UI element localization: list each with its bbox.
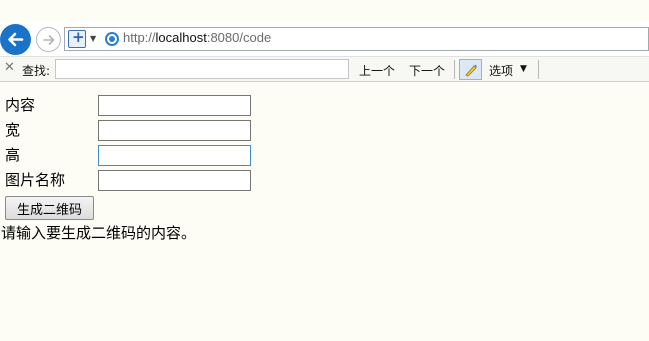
image-name-label: 图片名称 [5, 171, 66, 189]
width-input[interactable] [98, 120, 251, 141]
back-button[interactable] [0, 24, 31, 55]
find-input[interactable] [55, 59, 349, 79]
find-bar: ✕ 查找: 上一个 下一个 选项 ▼ [0, 56, 649, 82]
chevron-down-icon[interactable]: ▼ [520, 64, 527, 74]
content-input[interactable] [98, 95, 251, 116]
height-label: 高 [5, 146, 21, 164]
highlighter-icon [465, 64, 477, 77]
hint-text: 请输入要生成二维码的内容。 [1, 224, 197, 242]
image-name-input[interactable] [98, 170, 251, 191]
find-next-button[interactable]: 下一个 [409, 62, 445, 79]
highlight-matches-button[interactable] [459, 59, 482, 80]
back-arrow-icon [8, 32, 24, 47]
width-label: 宽 [5, 121, 21, 139]
height-input[interactable] [98, 145, 251, 166]
close-icon[interactable]: ✕ [4, 60, 15, 75]
find-previous-button[interactable]: 上一个 [359, 62, 395, 79]
chevron-down-icon: ▼ [90, 34, 97, 43]
options-button[interactable]: 选项 [489, 62, 513, 79]
address-box[interactable]: + ▼ http://localhost:8080/code [64, 27, 649, 51]
address-bar-row: + ▼ http://localhost:8080/code [0, 22, 649, 56]
divider [538, 60, 539, 79]
compatibility-view-button[interactable]: + ▼ [68, 28, 99, 48]
generate-qr-button[interactable]: 生成二维码 [5, 196, 94, 220]
compatibility-icon: + [68, 28, 86, 48]
find-label: 查找: [22, 64, 51, 78]
forward-arrow-icon [43, 35, 55, 45]
content-label: 内容 [5, 96, 36, 114]
forward-button[interactable] [36, 27, 61, 52]
url-text[interactable]: http://localhost:8080/code [123, 30, 271, 45]
site-icon [105, 32, 119, 46]
divider [454, 60, 455, 79]
